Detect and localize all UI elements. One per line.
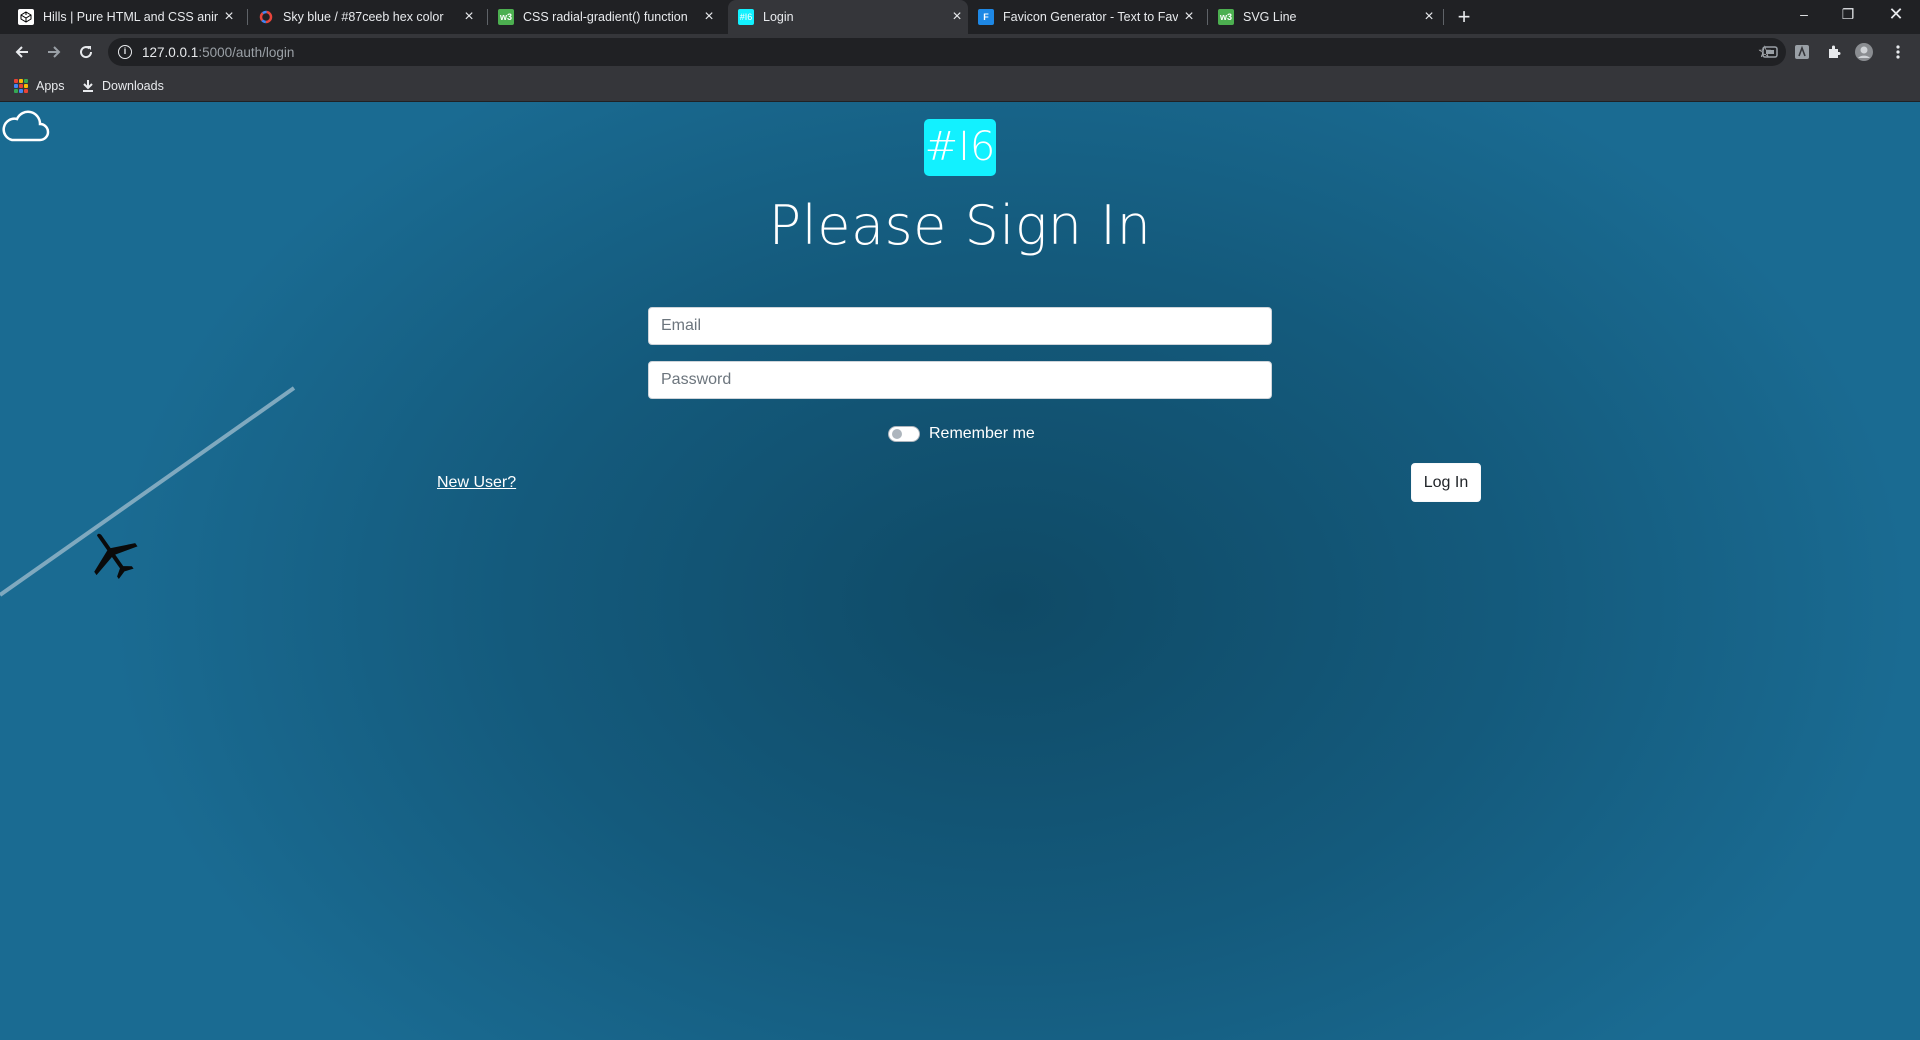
bookmark-downloads[interactable]: Downloads (82, 70, 164, 102)
tab-hills[interactable]: Hills | Pure HTML and CSS anima × (8, 0, 240, 34)
tab-svg-line[interactable]: w3 SVG Line × (1208, 0, 1440, 34)
tab-title: Favicon Generator - Text to Favic (1003, 10, 1178, 24)
url-path: :5000/auth/login (198, 44, 295, 60)
tab-title: Login (763, 10, 794, 24)
tab-login[interactable]: #I6 Login × (728, 0, 968, 34)
w3schools-icon: w3 (1218, 9, 1234, 25)
download-icon (83, 80, 93, 92)
bookmark-label: Downloads (102, 79, 164, 93)
menu-kebab-icon[interactable] (1888, 42, 1908, 62)
remember-me-control[interactable]: Remember me (888, 425, 1035, 443)
toggle-knob (892, 429, 902, 439)
tab-title: Hills | Pure HTML and CSS anima (43, 10, 218, 24)
browser-toolbar: i 127.0.0.1:5000/auth/login ☆ (0, 34, 1920, 70)
extensions-puzzle-icon[interactable] (1824, 42, 1844, 62)
tab-title: CSS radial-gradient() function (523, 10, 688, 24)
back-arrow-icon (15, 46, 28, 58)
apps-grid-icon (14, 79, 28, 93)
tab-title: Sky blue / #87ceeb hex color (283, 10, 444, 24)
codepen-icon (18, 9, 34, 25)
forward-button[interactable] (40, 38, 68, 66)
bookmarks-bar: Apps Downloads (0, 70, 1920, 102)
url-text: 127.0.0.1:5000/auth/login (142, 45, 294, 60)
close-tab-icon[interactable]: × (946, 8, 968, 26)
extension-translate-icon[interactable] (1792, 42, 1812, 62)
reload-icon (80, 46, 93, 59)
url-host: 127.0.0.1 (142, 44, 199, 60)
colorhexa-icon (258, 9, 274, 25)
close-tab-icon[interactable]: × (1178, 8, 1200, 26)
site-logo: #I6 (924, 119, 996, 176)
bookmark-apps[interactable]: Apps (14, 70, 65, 102)
airplane-icon (94, 533, 138, 580)
tab-strip: Hills | Pure HTML and CSS anima × Sky bl… (0, 0, 1920, 34)
email-field[interactable] (648, 307, 1272, 345)
forward-arrow-icon (48, 46, 61, 58)
page-viewport: #I6 Please Sign In Remember me New User?… (0, 102, 1920, 1040)
tab-favicon-generator[interactable]: F Favicon Generator - Text to Favic × (968, 0, 1200, 34)
tab-radial-gradient[interactable]: w3 CSS radial-gradient() function × (488, 0, 720, 34)
site-favicon: #I6 (738, 9, 754, 25)
plane-contrail (0, 386, 296, 597)
new-tab-button[interactable]: + (1450, 4, 1478, 30)
tab-sky-blue[interactable]: Sky blue / #87ceeb hex color × (248, 0, 480, 34)
back-button[interactable] (8, 38, 36, 66)
reload-button[interactable] (72, 38, 100, 66)
profile-avatar[interactable] (1854, 42, 1874, 62)
close-tab-icon[interactable]: × (1418, 8, 1440, 26)
remember-me-toggle[interactable] (888, 426, 920, 442)
remember-me-label: Remember me (929, 425, 1035, 442)
close-tab-icon[interactable]: × (218, 8, 240, 26)
address-bar[interactable]: i 127.0.0.1:5000/auth/login ☆ (108, 38, 1786, 66)
close-tab-icon[interactable]: × (458, 8, 480, 26)
extension-cast-icon[interactable] (1760, 42, 1780, 62)
site-info-icon[interactable]: i (118, 45, 132, 59)
tab-title: SVG Line (1243, 10, 1297, 24)
tab-separator (1443, 9, 1444, 25)
favicon-io-icon: F (978, 9, 994, 25)
close-tab-icon[interactable]: × (698, 8, 720, 26)
page-title: Please Sign In (768, 194, 1152, 257)
bookmark-label: Apps (36, 79, 65, 93)
restore-button[interactable]: ❐ (1826, 0, 1870, 30)
new-user-link[interactable]: New User? (437, 474, 516, 492)
close-window-button[interactable]: ✕ (1874, 0, 1918, 30)
password-field[interactable] (648, 361, 1272, 399)
w3schools-icon: w3 (498, 9, 514, 25)
login-button[interactable]: Log In (1411, 463, 1481, 502)
minimize-button[interactable]: – (1782, 0, 1826, 30)
